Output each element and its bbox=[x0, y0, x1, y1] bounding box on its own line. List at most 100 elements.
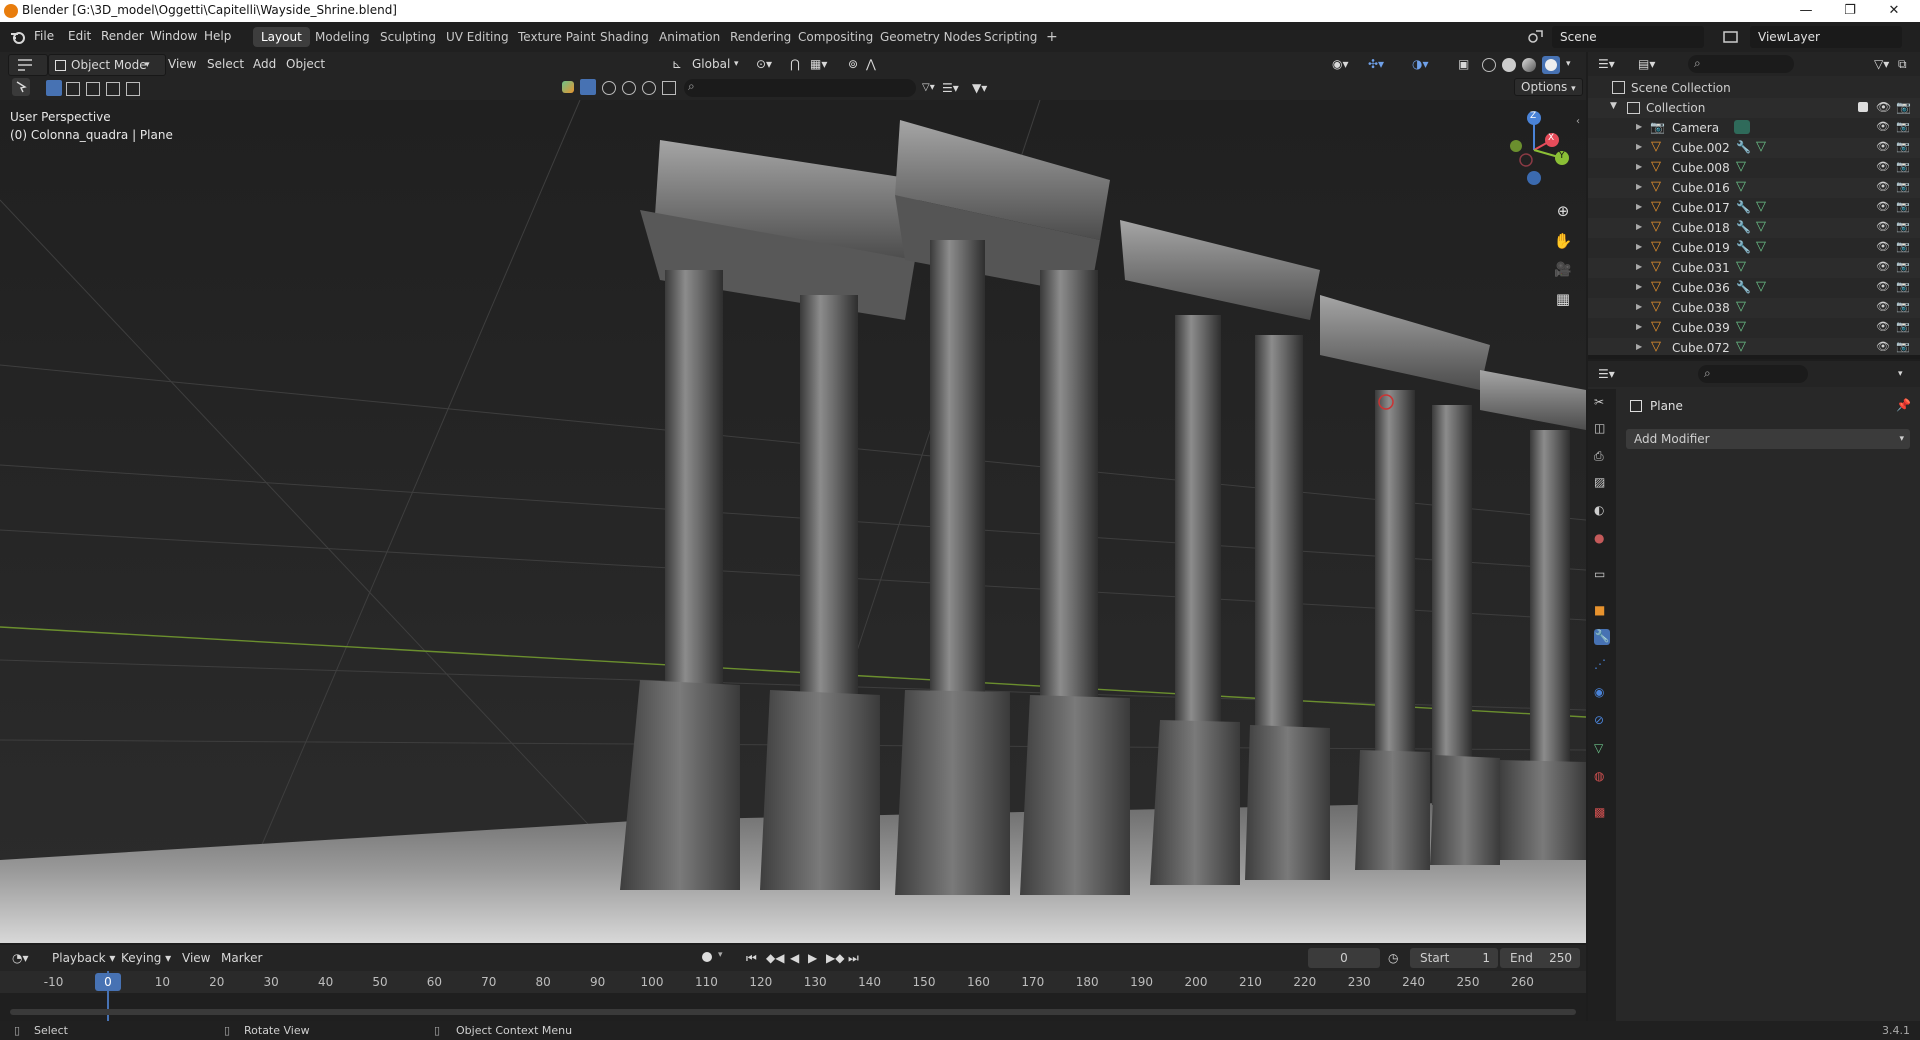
outliner-item[interactable]: ▶ ▽ Cube.039 ▽ 👁 📷 bbox=[1588, 318, 1920, 338]
render-tab-icon[interactable]: ◫ bbox=[1594, 421, 1610, 437]
play-icon[interactable]: ▶ bbox=[808, 948, 817, 968]
tab-compositing[interactable]: Compositing bbox=[790, 27, 881, 47]
constraints-tab-icon[interactable]: ⊘ bbox=[1594, 713, 1610, 729]
select-intersect-icon[interactable] bbox=[126, 82, 140, 96]
expand-arrow-icon[interactable]: ▶ bbox=[1636, 202, 1642, 211]
outliner-editor-type-icon[interactable]: ☰▾ bbox=[1598, 54, 1615, 74]
outliner-item[interactable]: ▶ ▽ Cube.017 🔧 ▽ 👁 📷 bbox=[1588, 198, 1920, 218]
transform-orientation-dropdown[interactable]: ⊾ Global ▾ bbox=[672, 54, 746, 74]
solid-shading-icon[interactable] bbox=[1502, 58, 1516, 72]
mesh-data-icon[interactable]: ▽ bbox=[1736, 259, 1746, 274]
perspective-toggle-icon[interactable]: ▦ bbox=[1551, 290, 1575, 314]
expand-arrow-icon[interactable]: ▶ bbox=[1636, 262, 1642, 271]
close-window-button[interactable]: ✕ bbox=[1872, 0, 1916, 22]
sidebar-toggle-icon[interactable]: ‹ bbox=[1576, 116, 1586, 128]
mesh-data-icon[interactable]: ▽ bbox=[1756, 219, 1766, 234]
mesh-data-icon[interactable]: ▽ bbox=[1736, 299, 1746, 314]
record-options-chevron-icon[interactable]: ▾ bbox=[718, 950, 723, 960]
expand-arrow-icon[interactable]: ▶ bbox=[1636, 142, 1642, 151]
jump-start-icon[interactable]: ⏮ bbox=[746, 948, 757, 968]
camera-render-icon[interactable]: 📷 bbox=[1896, 340, 1910, 353]
tab-shading[interactable]: Shading bbox=[592, 27, 657, 47]
object-mode-dropdown[interactable]: Object Mode ▾ bbox=[48, 54, 166, 76]
data-tab-icon[interactable]: ▽ bbox=[1594, 741, 1610, 757]
next-keyframe-icon[interactable]: ▶◆ bbox=[826, 948, 844, 968]
expand-arrow-icon[interactable]: ▶ bbox=[1636, 242, 1642, 251]
scene-tab-icon[interactable]: ◐ bbox=[1594, 503, 1610, 519]
eye-icon[interactable]: 👁 bbox=[1876, 120, 1890, 133]
collection-tab-icon[interactable]: ▭ bbox=[1594, 567, 1610, 583]
expand-arrow-icon[interactable]: ▶ bbox=[1636, 302, 1642, 311]
outliner-item[interactable]: ▶ 📷 Camera 👁 📷 bbox=[1588, 118, 1920, 138]
expand-arrow-icon[interactable]: ▶ bbox=[1636, 322, 1642, 331]
zoom-icon[interactable]: ⊕ bbox=[1551, 202, 1575, 226]
filter-light-icon[interactable] bbox=[622, 81, 636, 95]
pan-hand-icon[interactable]: ✋ bbox=[1551, 232, 1575, 256]
timeline-menu-marker[interactable]: Marker bbox=[221, 948, 262, 968]
mesh-data-icon[interactable]: ▽ bbox=[1736, 159, 1746, 174]
shading-options-chevron-icon[interactable]: ▾ bbox=[1566, 54, 1571, 74]
overlays-toggle-icon[interactable]: ◑▾ bbox=[1412, 54, 1429, 74]
filter-mesh-icon[interactable] bbox=[580, 79, 596, 95]
tab-geometry-nodes[interactable]: Geometry Nodes bbox=[872, 27, 989, 47]
falloff-curve-icon[interactable]: ⋀ bbox=[866, 54, 876, 74]
modifier-icon[interactable]: 🔧 bbox=[1736, 200, 1751, 214]
tab-rendering[interactable]: Rendering bbox=[722, 27, 799, 47]
mesh-data-icon[interactable]: ▽ bbox=[1756, 279, 1766, 294]
menu-render[interactable]: Render bbox=[101, 29, 144, 43]
add-modifier-dropdown[interactable]: Add Modifier ▾ bbox=[1626, 429, 1910, 449]
editor-type-button[interactable] bbox=[8, 54, 48, 76]
menu-file[interactable]: File bbox=[34, 29, 54, 43]
physics-tab-icon[interactable]: ◉ bbox=[1594, 685, 1610, 701]
outliner-scene-collection[interactable]: Scene Collection bbox=[1588, 78, 1920, 98]
camera-render-icon[interactable]: 📷 bbox=[1896, 200, 1910, 213]
outliner-item[interactable]: ▶ ▽ Cube.008 ▽ 👁 📷 bbox=[1588, 158, 1920, 178]
rendered-shading-icon[interactable] bbox=[1542, 56, 1560, 74]
menu-add[interactable]: Add bbox=[253, 54, 276, 74]
outliner-filter-icon[interactable]: ▽▾ bbox=[1874, 54, 1889, 74]
end-frame-field[interactable]: End 250 bbox=[1500, 948, 1580, 968]
visibility-selectability-icon[interactable]: ◉▾ bbox=[1332, 54, 1349, 74]
particles-tab-icon[interactable]: ⋰ bbox=[1594, 657, 1610, 673]
filter-curve-icon[interactable] bbox=[602, 81, 616, 95]
outliner-item[interactable]: ▶ ▽ Cube.018 🔧 ▽ 👁 📷 bbox=[1588, 218, 1920, 238]
eye-icon[interactable]: 👁 bbox=[1876, 180, 1890, 193]
tab-sculpting[interactable]: Sculpting bbox=[372, 27, 444, 47]
mesh-data-icon[interactable]: ▽ bbox=[1756, 139, 1766, 154]
proportional-edit-icon[interactable]: ⊚ bbox=[848, 54, 858, 74]
select-invert-icon[interactable] bbox=[106, 82, 120, 96]
view-layer-icon[interactable] bbox=[1720, 26, 1742, 48]
camera-render-icon[interactable]: 📷 bbox=[1896, 240, 1910, 253]
playhead-handle[interactable]: 0 bbox=[95, 973, 121, 991]
wireframe-shading-icon[interactable] bbox=[1482, 58, 1496, 72]
tab-layout[interactable]: Layout bbox=[253, 27, 310, 47]
display-mode-icon[interactable]: ▤▾ bbox=[1638, 54, 1655, 74]
outliner-item[interactable]: ▶ ▽ Cube.002 🔧 ▽ 👁 📷 bbox=[1588, 138, 1920, 158]
eye-icon[interactable]: 👁 bbox=[1876, 100, 1891, 114]
camera-render-icon[interactable]: 📷 bbox=[1896, 300, 1910, 313]
tab-uv-editing[interactable]: UV Editing bbox=[438, 27, 517, 47]
menu-object[interactable]: Object bbox=[286, 54, 325, 74]
properties-search-field[interactable]: ⌕ bbox=[1698, 365, 1808, 383]
menu-window[interactable]: Window bbox=[150, 29, 197, 43]
timeline-ruler[interactable]: -10 0 10 20 30 40 50 60 70 80 90 100 110 120 130 140 150… bbox=[0, 971, 1586, 993]
camera-render-icon[interactable]: 📷 bbox=[1896, 180, 1910, 193]
timeline-menu-view[interactable]: View bbox=[182, 948, 210, 968]
tab-texture-paint[interactable]: Texture Paint bbox=[510, 27, 603, 47]
timeline-menu-playback[interactable]: Playback ▾ bbox=[52, 948, 115, 968]
gizmo-toggle-icon[interactable]: ✣▾ bbox=[1368, 54, 1384, 74]
eye-icon[interactable]: 👁 bbox=[1876, 200, 1890, 213]
scene-icon[interactable] bbox=[1524, 26, 1546, 48]
filter-empty-icon[interactable] bbox=[642, 81, 656, 95]
menu-select[interactable]: Select bbox=[207, 54, 244, 74]
pivot-point-icon[interactable]: ⊙▾ bbox=[756, 54, 772, 74]
view-layer-tab-icon[interactable]: ▨ bbox=[1594, 475, 1610, 491]
add-workspace-button[interactable]: + bbox=[1038, 27, 1066, 47]
tab-modeling[interactable]: Modeling bbox=[307, 27, 378, 47]
camera-data-icon[interactable] bbox=[1734, 120, 1750, 134]
material-preview-icon[interactable] bbox=[1522, 58, 1536, 72]
expand-arrow-icon[interactable]: ▶ bbox=[1636, 342, 1642, 351]
timeline-editor-type-icon[interactable]: ◔▾ bbox=[12, 948, 29, 968]
minimize-button[interactable]: — bbox=[1784, 0, 1828, 22]
eye-icon[interactable]: 👁 bbox=[1876, 300, 1890, 313]
